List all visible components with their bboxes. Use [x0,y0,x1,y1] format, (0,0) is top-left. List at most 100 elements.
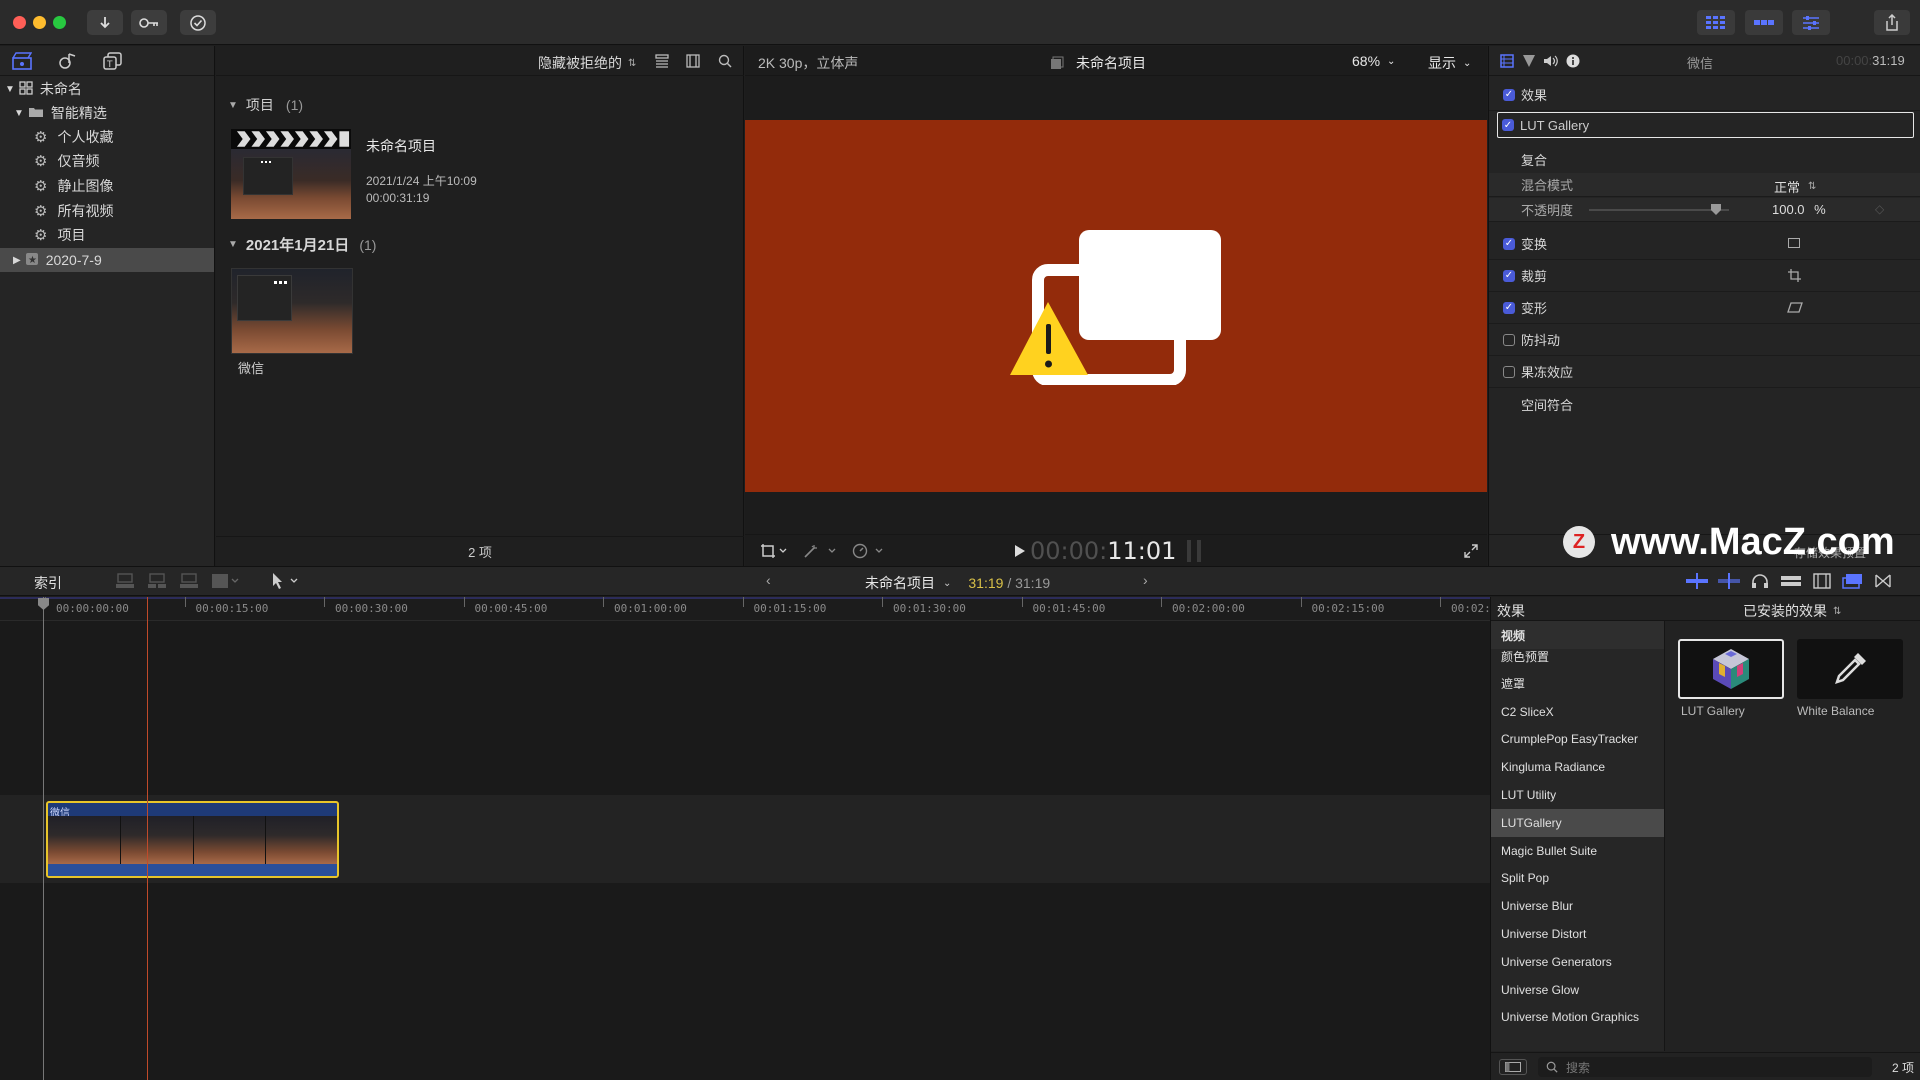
effects-category-item[interactable]: Universe Blur [1491,892,1664,920]
libraries-tab[interactable] [10,50,34,72]
transform-tool-button[interactable] [757,541,791,561]
timeline-clip[interactable]: 微信 [46,801,339,878]
sidebar-item-stills[interactable]: ⚙ 静止图像 [0,174,214,198]
retime-button[interactable] [850,541,890,561]
distort-checkbox[interactable]: ✓ [1503,301,1515,314]
smart-collections-folder[interactable]: ▼ 智能精选 [0,101,214,125]
clip-appearance-button[interactable] [685,53,701,69]
timeline-forward-button[interactable]: › [1143,572,1148,588]
disclosure-down-icon[interactable]: ▼ [14,108,24,119]
connect-edit-icon[interactable] [115,572,135,590]
minimize-window-button[interactable] [33,16,46,29]
effects-category-item[interactable]: Universe Glow [1491,976,1664,1004]
crop-onscreen-icon[interactable] [1788,269,1801,282]
crop-checkbox[interactable]: ✓ [1503,269,1515,282]
timeline-ruler[interactable]: 00:00:00:00 00:00:15:00 00:00:30:00 00:00:4… [0,597,1491,621]
info-inspector-tab[interactable] [1565,53,1581,69]
photos-audio-tab[interactable] [56,50,80,72]
enhance-button[interactable] [801,541,841,561]
effects-category-item[interactable]: LUTGallery [1491,808,1664,837]
disclosure-down-icon[interactable]: ▼ [228,100,238,111]
viewer-canvas[interactable] [745,120,1487,492]
opacity-slider[interactable] [1589,204,1729,215]
timeline-project-menu[interactable]: 未命名项目 ⌄ 31:19 / 31:19 [865,573,1050,593]
effects-category-item[interactable]: Kingluma Radiance [1491,753,1664,781]
disclosure-right-icon[interactable]: ▶ [13,255,21,266]
effects-search-field[interactable]: 搜索 [1538,1057,1872,1077]
playhead[interactable] [147,597,148,1080]
search-button[interactable] [717,53,733,69]
toggle-sidebar-button[interactable] [1499,1059,1527,1075]
clip-thumbnail[interactable] [231,268,353,354]
keywords-button[interactable] [131,10,167,35]
opacity-value-field[interactable]: 100.0 % [1772,202,1826,217]
effects-browser-toggle-icon[interactable] [1842,573,1864,589]
lut-gallery-effect-row[interactable]: ✓ LUT Gallery [1497,112,1914,138]
play-button[interactable] [1013,544,1027,558]
list-view-button[interactable] [654,53,670,69]
share-button[interactable] [1874,10,1910,35]
clip-appearance-icon[interactable] [1812,573,1832,589]
video-skimming-icon[interactable] [1686,573,1708,589]
installed-effects-popup[interactable]: 已安装的效果 ⇅ [1743,601,1841,621]
keyframe-diamond-icon[interactable]: ◇ [1875,202,1884,216]
video-inspector-tab[interactable] [1499,53,1515,69]
effect-tile-lut-gallery[interactable] [1678,639,1784,699]
effects-category-item[interactable]: 遮罩 [1491,670,1664,698]
blend-mode-popup[interactable]: 正常 ⇅ [1774,177,1816,196]
timecode-display[interactable]: 00:00:11:01 [1030,537,1176,565]
view-popup[interactable]: 显示 ⌄ [1428,53,1471,73]
import-button[interactable] [87,10,123,35]
show-timeline-toggle[interactable] [1745,10,1783,35]
event-item[interactable]: ▶ ★ 2020-7-9 [0,248,214,272]
audio-inspector-tab[interactable] [1543,53,1559,69]
sidebar-item-projects[interactable]: ⚙ 项目 [0,223,214,247]
show-inspector-toggle[interactable] [1792,10,1830,35]
append-edit-icon[interactable] [179,572,199,590]
headphones-icon[interactable] [1750,573,1770,589]
lut-gallery-checkbox[interactable]: ✓ [1502,119,1514,131]
timeline-back-button[interactable]: ‹ [766,572,771,588]
effects-category-item[interactable]: 颜色预置 [1491,642,1664,670]
disclosure-down-icon[interactable]: ▼ [5,84,15,95]
transform-checkbox[interactable]: ✓ [1503,237,1515,250]
distort-onscreen-icon[interactable] [1787,302,1803,313]
disclosure-down-icon[interactable]: ▼ [228,239,238,250]
background-tasks-button[interactable] [180,10,216,35]
insert-edit-icon[interactable] [147,572,167,590]
solo-icon[interactable] [1780,573,1802,589]
color-inspector-tab[interactable] [1521,53,1537,69]
zoom-popup[interactable]: 68% ⌄ [1352,53,1395,69]
opacity-slider-knob[interactable] [1711,204,1721,215]
effects-category-item[interactable]: CrumplePop EasyTracker [1491,725,1664,753]
project-thumbnail[interactable] [231,129,351,219]
effects-category-item[interactable]: Universe Motion Graphics [1491,1003,1664,1031]
index-button[interactable]: 索引 [34,573,62,593]
sidebar-item-audio-only[interactable]: ⚙ 仅音频 [0,149,214,173]
section-date-header[interactable]: ▼ 2021年1月21日 (1) [228,234,376,255]
sidebar-item-favorites[interactable]: ⚙ 个人收藏 [0,125,214,149]
filter-popup[interactable]: 隐藏被拒绝的 ⇅ [538,53,636,73]
select-tool-button[interactable] [270,572,304,593]
audio-skimming-icon[interactable] [1718,573,1740,589]
effects-category-item[interactable]: Universe Distort [1491,920,1664,948]
effects-checkbox[interactable]: ✓ [1503,88,1515,101]
zoom-window-button[interactable] [53,16,66,29]
effects-category-item[interactable]: C2 SliceX [1491,698,1664,726]
stabilization-checkbox[interactable] [1503,333,1515,346]
sidebar-item-all-video[interactable]: ⚙ 所有视频 [0,199,214,223]
effects-category-item[interactable]: Magic Bullet Suite [1491,837,1664,865]
titles-generators-tab[interactable]: T [101,50,125,72]
timeline[interactable]: 00:00:00:00 00:00:15:00 00:00:30:00 00:00:4… [0,597,1491,1080]
overwrite-edit-icon[interactable] [211,572,241,590]
effects-category-item[interactable]: LUT Utility [1491,781,1664,809]
library-root[interactable]: ▼ 未命名 [0,77,214,101]
effect-tile-white-balance[interactable] [1797,639,1903,699]
transform-onscreen-icon[interactable] [1788,238,1800,248]
transitions-browser-icon[interactable] [1874,573,1892,589]
effects-category-item[interactable]: Split Pop [1491,864,1664,892]
section-projects-header[interactable]: ▼ 项目 (1) [228,95,303,115]
rolling-shutter-checkbox[interactable] [1503,365,1515,378]
effects-category-item[interactable]: Universe Generators [1491,948,1664,976]
fullscreen-button[interactable] [1463,543,1479,559]
